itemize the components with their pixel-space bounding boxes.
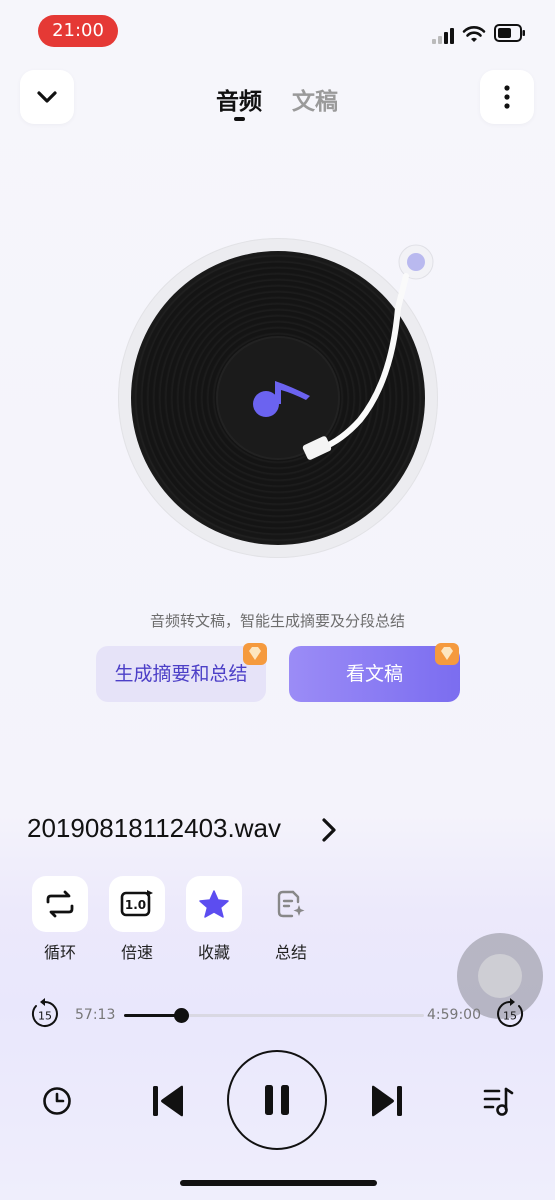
premium-gem-icon	[243, 643, 267, 665]
rewind-15-button[interactable]: 15	[28, 997, 62, 1031]
tab-transcript[interactable]: 文稿	[292, 82, 338, 116]
generate-summary-button[interactable]: 生成摘要和总结	[96, 646, 266, 702]
tab-active-indicator	[234, 117, 245, 121]
pause-icon	[265, 1085, 289, 1115]
chevron-down-icon	[37, 91, 57, 103]
rewind-seconds: 15	[38, 1010, 52, 1023]
summary-icon	[277, 890, 305, 918]
favorite-label: 收藏	[197, 943, 230, 962]
speed-icon: 1.0	[120, 890, 153, 917]
favorite-button[interactable]	[186, 876, 242, 932]
summary-button[interactable]	[263, 876, 319, 932]
chevron-right-icon[interactable]	[318, 815, 340, 845]
more-button[interactable]	[480, 70, 534, 124]
current-time: 57:13	[75, 1007, 116, 1023]
loop-icon	[46, 890, 74, 918]
speed-value: 1.0	[125, 898, 146, 912]
progress-knob[interactable]	[173, 1008, 189, 1023]
summary-label: 总结	[274, 943, 307, 962]
tab-audio[interactable]: 音频	[216, 82, 262, 116]
more-vertical-icon	[504, 85, 510, 109]
feature-description: 音频转文稿，智能生成摘要及分段总结	[149, 612, 405, 630]
assistive-touch-inner	[478, 954, 522, 998]
loop-label: 循环	[43, 943, 76, 962]
loop-button[interactable]	[32, 876, 88, 932]
signal-icon	[432, 28, 458, 44]
next-track-button[interactable]	[369, 1083, 405, 1119]
speed-button[interactable]: 1.0	[109, 876, 165, 932]
home-indicator	[180, 1180, 377, 1186]
previous-track-button[interactable]	[150, 1083, 186, 1119]
tonearm-icon	[302, 244, 434, 460]
status-time: 21:00	[38, 15, 118, 47]
total-time: 4:59:00	[427, 1007, 481, 1023]
battery-icon	[494, 24, 525, 42]
forward-seconds: 15	[503, 1010, 517, 1023]
sleep-timer-button[interactable]	[41, 1085, 73, 1117]
speed-label: 倍速	[120, 943, 153, 962]
file-name[interactable]: 20190818112403.wav	[27, 813, 281, 844]
forward-15-button[interactable]: 15	[493, 997, 527, 1031]
premium-gem-icon	[435, 643, 459, 665]
progress-fill	[124, 1014, 181, 1017]
wifi-icon	[462, 26, 486, 42]
playlist-icon[interactable]	[482, 1085, 516, 1117]
star-icon	[199, 890, 229, 918]
collapse-button[interactable]	[20, 70, 74, 124]
pause-button[interactable]	[227, 1050, 327, 1150]
